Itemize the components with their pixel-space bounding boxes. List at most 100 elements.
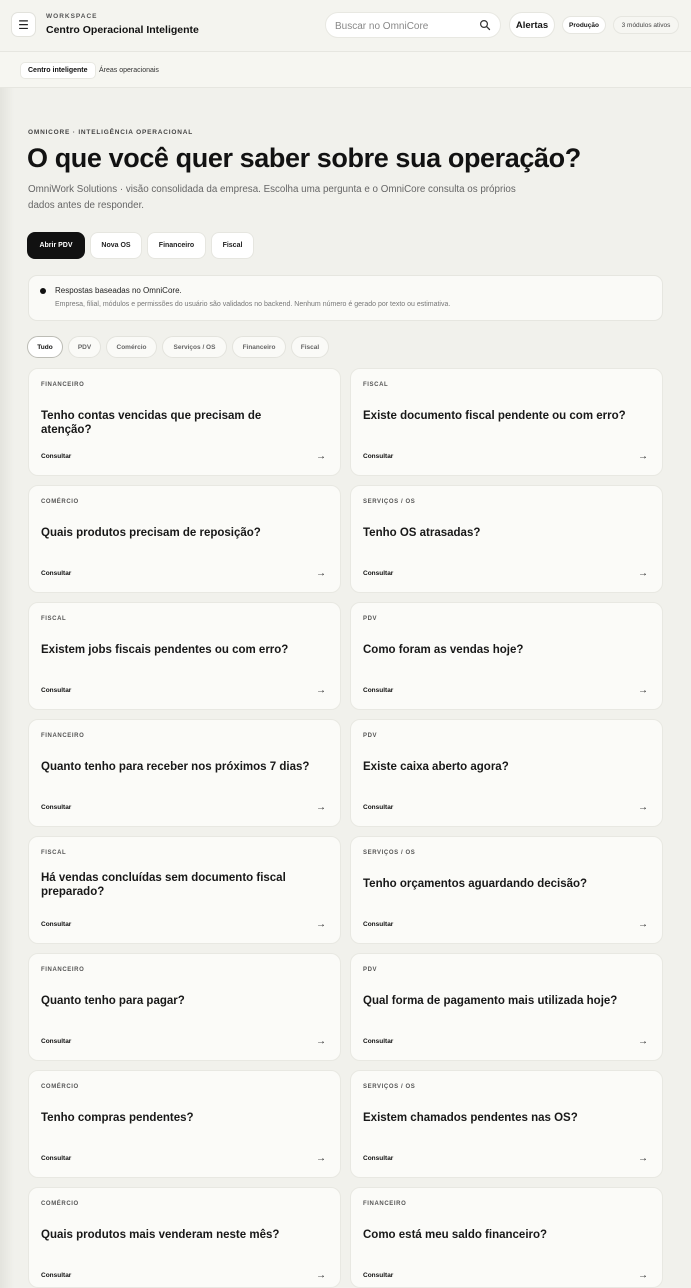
arrow-right-icon[interactable]: → (316, 802, 326, 813)
filter-comercio[interactable]: Comércio (106, 336, 157, 358)
question-card[interactable]: PDV Qual forma de pagamento mais utiliza… (350, 953, 663, 1061)
arrow-right-icon[interactable]: → (638, 451, 648, 462)
arrow-right-icon[interactable]: → (316, 1153, 326, 1164)
hero-description: OmniWork Solutions · visão consolidada d… (28, 184, 516, 211)
consult-link[interactable]: Consultar (363, 1038, 393, 1045)
consult-link[interactable]: Consultar (41, 453, 71, 460)
card-category: FISCAL (363, 382, 389, 388)
card-category: FINANCEIRO (41, 967, 85, 973)
search-icon[interactable] (479, 19, 491, 31)
question-card[interactable]: SERVIÇOS / OS Tenho OS atrasadas? Consul… (350, 485, 663, 593)
consult-link[interactable]: Consultar (41, 1272, 71, 1279)
question-card[interactable]: PDV Existe caixa aberto agora? Consultar… (350, 719, 663, 827)
card-category: COMÉRCIO (41, 1201, 79, 1207)
card-question: Existe caixa aberto agora? (363, 761, 509, 773)
consult-link[interactable]: Consultar (363, 921, 393, 928)
financeiro-button[interactable]: Financeiro (147, 232, 206, 259)
top-bar: ☰ WORKSPACE Centro Operacional Inteligen… (0, 0, 691, 52)
question-card[interactable]: COMÉRCIO Quais produtos precisam de repo… (28, 485, 341, 593)
open-pdv-button[interactable]: Abrir PDV (27, 232, 85, 259)
consult-link[interactable]: Consultar (41, 1155, 71, 1162)
card-question: Existe documento fiscal pendente ou com … (363, 410, 626, 422)
hamburger-icon: ☰ (18, 17, 29, 32)
consult-link[interactable]: Consultar (363, 453, 393, 460)
question-card[interactable]: FINANCEIRO Quanto tenho para receber nos… (28, 719, 341, 827)
arrow-right-icon[interactable]: → (316, 1036, 326, 1047)
consult-link[interactable]: Consultar (363, 1272, 393, 1279)
card-category: SERVIÇOS / OS (363, 850, 416, 856)
card-category: COMÉRCIO (41, 499, 79, 505)
card-category: SERVIÇOS / OS (363, 1084, 416, 1090)
left-edge-shade (0, 88, 14, 1288)
info-dot-icon (40, 288, 46, 294)
card-category: COMÉRCIO (41, 1084, 79, 1090)
question-card[interactable]: FINANCEIRO Quanto tenho para pagar? Cons… (28, 953, 341, 1061)
question-card[interactable]: FINANCEIRO Tenho contas vencidas que pre… (28, 368, 341, 476)
card-category: FINANCEIRO (41, 733, 85, 739)
arrow-right-icon[interactable]: → (638, 568, 648, 579)
card-question: Tenho compras pendentes? (41, 1112, 194, 1124)
arrow-right-icon[interactable]: → (638, 1153, 648, 1164)
arrow-right-icon[interactable]: → (316, 451, 326, 462)
card-question: Quais produtos mais venderam neste mês? (41, 1229, 280, 1241)
sub-navigation: Centro inteligente Áreas operacionais (0, 52, 691, 88)
arrow-right-icon[interactable]: → (638, 685, 648, 696)
arrow-right-icon[interactable]: → (638, 1036, 648, 1047)
menu-button[interactable]: ☰ (11, 12, 36, 37)
card-category: PDV (363, 967, 378, 973)
filter-servicos-os[interactable]: Serviços / OS (162, 336, 227, 358)
filter-financeiro[interactable]: Financeiro (232, 336, 286, 358)
card-question: Quais produtos precisam de reposição? (41, 527, 261, 539)
consult-link[interactable]: Consultar (363, 687, 393, 694)
arrow-right-icon[interactable]: → (638, 1270, 648, 1281)
subnav-item-areas-operacionais[interactable]: Áreas operacionais (92, 62, 166, 79)
info-title: Respostas baseadas no OmniCore. (55, 286, 182, 295)
card-category: FISCAL (41, 850, 67, 856)
question-card[interactable]: FINANCEIRO Como está meu saldo financeir… (350, 1187, 663, 1288)
question-card[interactable]: FISCAL Há vendas concluídas sem document… (28, 836, 341, 944)
new-os-button[interactable]: Nova OS (90, 232, 142, 259)
arrow-right-icon[interactable]: → (316, 1270, 326, 1281)
card-question: Quanto tenho para pagar? (41, 995, 185, 1007)
question-card[interactable]: SERVIÇOS / OS Tenho orçamentos aguardand… (350, 836, 663, 944)
page-title: O que você quer saber sobre sua operação… (27, 143, 581, 173)
arrow-right-icon[interactable]: → (316, 919, 326, 930)
consult-link[interactable]: Consultar (363, 804, 393, 811)
consult-link[interactable]: Consultar (363, 570, 393, 577)
question-card[interactable]: COMÉRCIO Quais produtos mais venderam ne… (28, 1187, 341, 1288)
search-box[interactable] (325, 12, 501, 38)
card-question: Qual forma de pagamento mais utilizada h… (363, 995, 618, 1007)
question-card[interactable]: COMÉRCIO Tenho compras pendentes? Consul… (28, 1070, 341, 1178)
fiscal-button[interactable]: Fiscal (211, 232, 254, 259)
consult-link[interactable]: Consultar (41, 921, 71, 928)
consult-link[interactable]: Consultar (41, 570, 71, 577)
question-card[interactable]: PDV Como foram as vendas hoje? Consultar… (350, 602, 663, 710)
consult-link[interactable]: Consultar (41, 687, 71, 694)
card-question: Há vendas concluídas sem documento fisca… (41, 872, 286, 898)
filter-pdv[interactable]: PDV (68, 336, 101, 358)
arrow-right-icon[interactable]: → (638, 802, 648, 813)
arrow-right-icon[interactable]: → (316, 685, 326, 696)
card-question: Quanto tenho para receber nos próximos 7… (41, 761, 310, 773)
arrow-right-icon[interactable]: → (316, 568, 326, 579)
consult-link[interactable]: Consultar (363, 1155, 393, 1162)
search-input[interactable] (335, 18, 475, 34)
subnav-item-centro-inteligente[interactable]: Centro inteligente (20, 62, 96, 79)
question-card[interactable]: FISCAL Existe documento fiscal pendente … (350, 368, 663, 476)
workspace-title: Centro Operacional Inteligente (46, 24, 199, 36)
question-card[interactable]: SERVIÇOS / OS Existem chamados pendentes… (350, 1070, 663, 1178)
consult-link[interactable]: Consultar (41, 804, 71, 811)
card-question: Tenho contas vencidas que precisam de at… (41, 410, 262, 436)
alerts-button[interactable]: Alertas (509, 12, 555, 38)
consult-link[interactable]: Consultar (41, 1038, 71, 1045)
workspace-label: WORKSPACE (46, 13, 98, 20)
card-question: Existem chamados pendentes nas OS? (363, 1112, 578, 1124)
filter-tudo[interactable]: Tudo (27, 336, 63, 358)
arrow-right-icon[interactable]: → (638, 919, 648, 930)
environment-badge[interactable]: Produção (562, 16, 606, 34)
question-card[interactable]: FISCAL Existem jobs fiscais pendentes ou… (28, 602, 341, 710)
card-category: FISCAL (41, 616, 67, 622)
card-question: Como está meu saldo financeiro? (363, 1229, 548, 1241)
filter-fiscal[interactable]: Fiscal (291, 336, 329, 358)
active-modules-badge[interactable]: 3 módulos ativos (613, 16, 679, 34)
